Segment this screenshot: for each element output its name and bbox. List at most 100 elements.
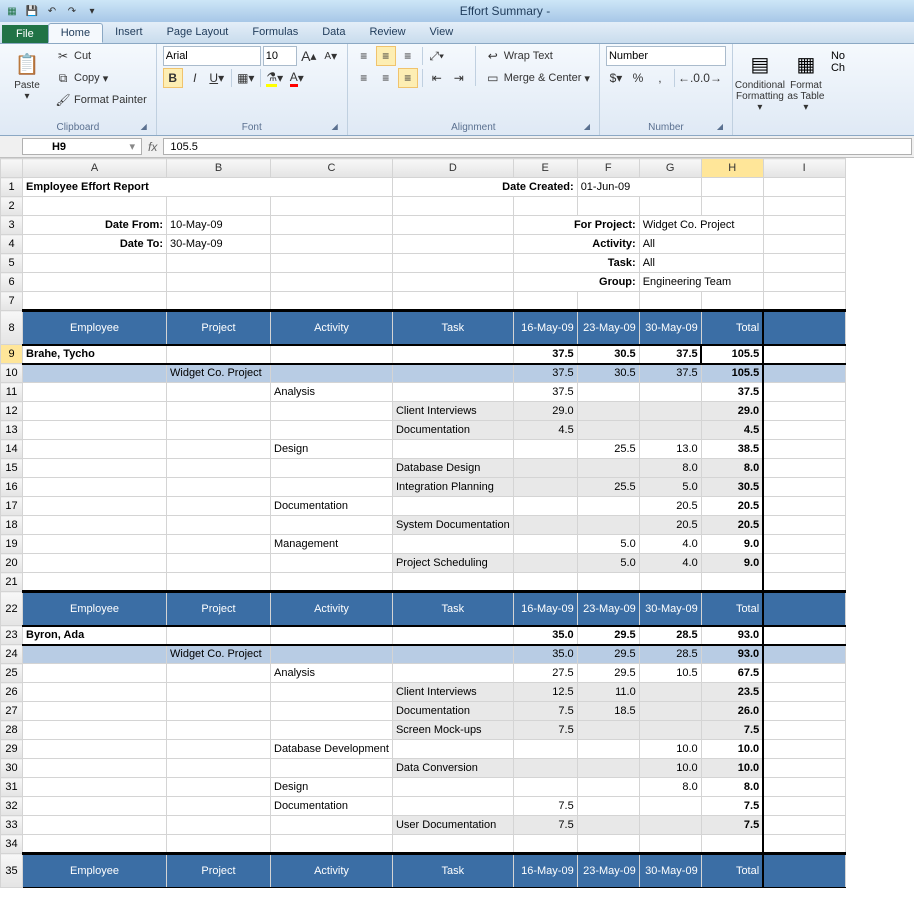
align-center-icon[interactable]: ≡ bbox=[376, 68, 396, 88]
cell[interactable] bbox=[167, 478, 271, 497]
cell[interactable]: 67.5 bbox=[701, 664, 763, 683]
row-header[interactable]: 18 bbox=[1, 516, 23, 535]
cell[interactable] bbox=[167, 702, 271, 721]
cell[interactable]: Project bbox=[167, 311, 271, 345]
cell[interactable] bbox=[701, 573, 763, 592]
cell[interactable] bbox=[23, 778, 167, 797]
align-right-icon[interactable]: ≡ bbox=[398, 68, 418, 88]
row-header[interactable]: 34 bbox=[1, 835, 23, 854]
cell[interactable] bbox=[763, 402, 845, 421]
worksheet[interactable]: ABCDEFGHI 1Employee Effort ReportDate Cr… bbox=[0, 158, 914, 919]
cell[interactable]: 11.0 bbox=[577, 683, 639, 702]
percent-format-button[interactable]: % bbox=[628, 68, 648, 88]
cell[interactable] bbox=[577, 516, 639, 535]
cell[interactable] bbox=[763, 702, 845, 721]
cell[interactable]: Screen Mock-ups bbox=[392, 721, 513, 740]
cell[interactable] bbox=[167, 759, 271, 778]
cell[interactable]: 4.5 bbox=[513, 421, 577, 440]
cell[interactable]: Date From: bbox=[23, 216, 167, 235]
cell[interactable]: Total bbox=[701, 592, 763, 626]
cell[interactable]: 4.0 bbox=[639, 535, 701, 554]
row-header[interactable]: 17 bbox=[1, 497, 23, 516]
cell[interactable]: Client Interviews bbox=[392, 683, 513, 702]
decrease-indent-icon[interactable]: ⇤ bbox=[427, 68, 447, 88]
align-top-icon[interactable]: ≡ bbox=[354, 46, 374, 66]
cell[interactable] bbox=[392, 364, 513, 383]
merge-center-button[interactable]: ▭Merge & Center ▾ bbox=[482, 68, 593, 88]
qat-dropdown-icon[interactable]: ▾ bbox=[84, 3, 100, 19]
row-header[interactable]: 24 bbox=[1, 645, 23, 664]
cell[interactable] bbox=[271, 835, 393, 854]
row-header[interactable]: 30 bbox=[1, 759, 23, 778]
cell[interactable]: 27.5 bbox=[513, 664, 577, 683]
cell[interactable]: 35.0 bbox=[513, 645, 577, 664]
cell[interactable] bbox=[392, 535, 513, 554]
cell[interactable]: 29.0 bbox=[513, 402, 577, 421]
cell[interactable] bbox=[701, 178, 763, 197]
cell[interactable] bbox=[513, 573, 577, 592]
font-size-select[interactable] bbox=[263, 46, 297, 66]
col-header-I[interactable]: I bbox=[763, 159, 845, 178]
cell[interactable] bbox=[763, 797, 845, 816]
cell[interactable] bbox=[513, 835, 577, 854]
cell[interactable]: 7.5 bbox=[701, 721, 763, 740]
save-icon[interactable]: 💾 bbox=[24, 3, 40, 19]
row-header[interactable]: 15 bbox=[1, 459, 23, 478]
wrap-text-button[interactable]: ↩Wrap Text bbox=[482, 46, 593, 66]
cell[interactable] bbox=[392, 740, 513, 759]
cell[interactable]: 8.0 bbox=[701, 778, 763, 797]
fx-icon[interactable]: fx bbox=[148, 140, 157, 154]
cell[interactable] bbox=[763, 683, 845, 702]
cell[interactable] bbox=[392, 626, 513, 645]
cell[interactable]: Widget Co. Project bbox=[167, 364, 271, 383]
cell[interactable]: 7.5 bbox=[513, 702, 577, 721]
cell[interactable] bbox=[763, 592, 845, 626]
cell[interactable]: 7.5 bbox=[513, 797, 577, 816]
cell[interactable] bbox=[639, 721, 701, 740]
cell[interactable]: Widget Co. Project bbox=[167, 645, 271, 664]
clipboard-dialog-icon[interactable]: ◢ bbox=[138, 122, 150, 134]
cell[interactable] bbox=[23, 273, 167, 292]
cell[interactable] bbox=[167, 345, 271, 364]
align-middle-icon[interactable]: ≡ bbox=[376, 46, 396, 66]
cell[interactable]: 37.5 bbox=[513, 383, 577, 402]
cell[interactable] bbox=[513, 459, 577, 478]
name-box[interactable]: ▾ bbox=[22, 138, 142, 155]
cell[interactable]: 16-May-09 bbox=[513, 592, 577, 626]
cell[interactable] bbox=[271, 554, 393, 573]
cell[interactable] bbox=[271, 216, 393, 235]
cell[interactable] bbox=[271, 478, 393, 497]
cell[interactable] bbox=[513, 516, 577, 535]
cell[interactable] bbox=[763, 421, 845, 440]
cell[interactable] bbox=[23, 740, 167, 759]
cell[interactable]: Database Development bbox=[271, 740, 393, 759]
copy-button[interactable]: ⧉Copy ▾ bbox=[52, 68, 150, 88]
cell[interactable] bbox=[23, 702, 167, 721]
cell[interactable]: Total bbox=[701, 854, 763, 888]
cell[interactable]: Activity bbox=[271, 311, 393, 345]
row-header[interactable]: 3 bbox=[1, 216, 23, 235]
cell[interactable]: 38.5 bbox=[701, 440, 763, 459]
increase-indent-icon[interactable]: ⇥ bbox=[449, 68, 469, 88]
cell[interactable]: Task bbox=[392, 854, 513, 888]
cell[interactable]: Documentation bbox=[271, 497, 393, 516]
cell[interactable] bbox=[763, 197, 845, 216]
cell[interactable] bbox=[271, 702, 393, 721]
cell[interactable] bbox=[513, 440, 577, 459]
undo-icon[interactable]: ↶ bbox=[44, 3, 60, 19]
cell[interactable] bbox=[763, 535, 845, 554]
cell[interactable] bbox=[763, 459, 845, 478]
cell[interactable]: Activity: bbox=[513, 235, 639, 254]
cell[interactable]: 30.5 bbox=[701, 478, 763, 497]
cell[interactable]: System Documentation bbox=[392, 516, 513, 535]
cell[interactable] bbox=[23, 554, 167, 573]
row-header[interactable]: 16 bbox=[1, 478, 23, 497]
cell[interactable] bbox=[763, 626, 845, 645]
cell[interactable] bbox=[392, 216, 513, 235]
row-header[interactable]: 23 bbox=[1, 626, 23, 645]
cell[interactable] bbox=[577, 421, 639, 440]
cell[interactable] bbox=[23, 816, 167, 835]
tab-formulas[interactable]: Formulas bbox=[240, 23, 310, 43]
cell[interactable] bbox=[513, 535, 577, 554]
cell[interactable] bbox=[392, 273, 513, 292]
